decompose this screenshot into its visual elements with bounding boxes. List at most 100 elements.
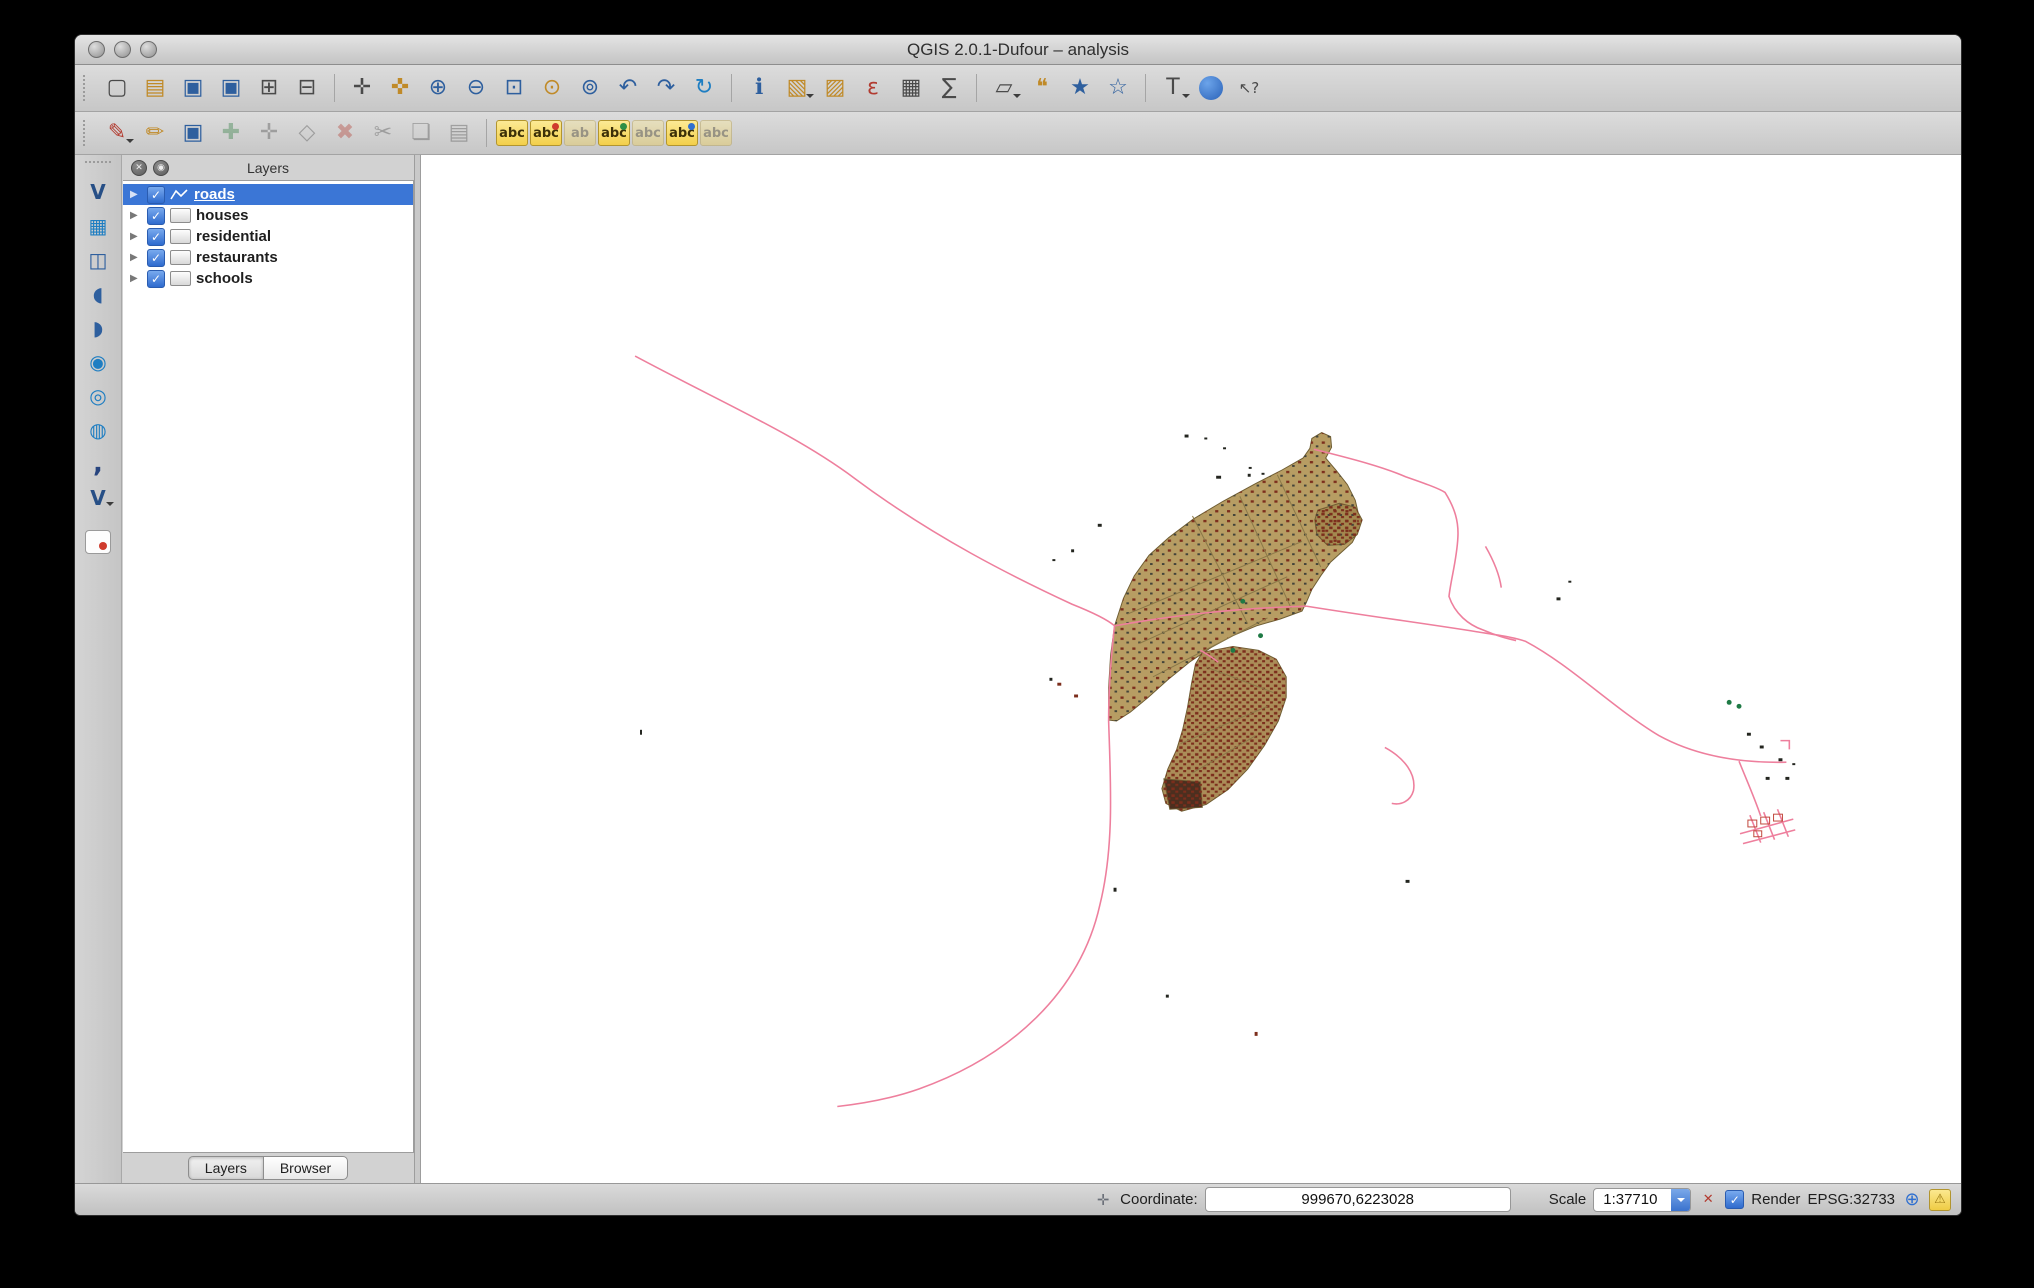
zoom-button[interactable] (140, 41, 157, 58)
render-checkbox[interactable]: ✓ (1725, 1190, 1745, 1209)
scale-dropdown-caret[interactable] (1671, 1188, 1691, 1211)
layer-checkbox[interactable]: ✓ (147, 269, 165, 288)
layer-checkbox[interactable]: ✓ (147, 206, 165, 225)
layer-row-residential[interactable]: ▶ ✓ residential (123, 226, 413, 247)
save-project-button[interactable]: ▣ (175, 71, 211, 105)
identify-features-button[interactable]: ℹ (741, 71, 777, 105)
add-wms-layer-button[interactable]: ◉ (81, 346, 115, 377)
mouse-position-icon[interactable]: ✛ (1093, 1190, 1113, 1210)
new-project-button[interactable]: ▢ (99, 71, 135, 105)
whats-this-button[interactable]: ↖? (1231, 71, 1267, 105)
delete-selected-button[interactable]: ✖ (327, 116, 363, 150)
expand-arrow-icon[interactable]: ▶ (130, 273, 142, 284)
crs-status-icon[interactable]: ⊕ (1902, 1189, 1922, 1210)
select-by-expression-button[interactable]: ε (855, 71, 891, 105)
layer-checkbox[interactable]: ✓ (147, 185, 165, 204)
deselect-features-button[interactable]: ▨ (817, 71, 853, 105)
save-project-as-button[interactable]: ▣ (213, 71, 249, 105)
new-print-composer-button[interactable]: ⊞ (251, 71, 287, 105)
add-wcs-layer-button[interactable]: ◎ (81, 380, 115, 411)
layer-row-schools[interactable]: ▶ ✓ schools (123, 268, 413, 289)
map-tips-button[interactable]: ❝ (1024, 71, 1060, 105)
expand-arrow-icon[interactable]: ▶ (130, 210, 142, 221)
help-contents-button[interactable]: ? (1193, 71, 1229, 105)
toggle-editing-button[interactable]: ✏ (137, 116, 173, 150)
add-feature-button[interactable]: ✚ (213, 116, 249, 150)
show-bookmarks-button[interactable]: ☆ (1100, 71, 1136, 105)
pin-unpin-labels-button[interactable]: ab (564, 120, 596, 146)
node-tool-button[interactable]: ◇ (289, 116, 325, 150)
coordinate-input[interactable] (1204, 1187, 1511, 1212)
open-project-button[interactable]: ▤ (137, 71, 173, 105)
layer-row-houses[interactable]: ▶ ✓ houses (123, 205, 413, 226)
zoom-in-button[interactable]: ⊕ (420, 71, 456, 105)
field-calculator-button[interactable]: ∑ (931, 71, 967, 105)
text-annotation-button[interactable]: T (1155, 71, 1191, 105)
log-messages-icon[interactable]: ⚠ (1929, 1188, 1951, 1211)
move-label-button[interactable]: abc (632, 120, 664, 146)
add-raster-layer-button[interactable]: ▦ (81, 210, 115, 241)
close-button[interactable] (88, 41, 105, 58)
zoom-next-button[interactable]: ↷ (648, 71, 684, 105)
polygon-layer-icon (170, 229, 191, 244)
pan-map-button[interactable]: ✛ (344, 71, 380, 105)
map-canvas[interactable] (420, 155, 1961, 1183)
zoom-last-button[interactable]: ↶ (610, 71, 646, 105)
zoom-out-button[interactable]: ⊖ (458, 71, 494, 105)
toolbar-grip[interactable] (85, 161, 111, 170)
save-layer-edits-button[interactable]: ▣ (175, 116, 211, 150)
refresh-map-button[interactable]: ↻ (686, 71, 722, 105)
remove-layer-button[interactable] (85, 530, 111, 554)
add-delimited-text-layer-button[interactable]: , (81, 448, 115, 479)
expand-arrow-icon[interactable]: ▶ (130, 189, 142, 200)
add-vector-layer-button[interactable]: V (81, 176, 115, 207)
layer-checkbox[interactable]: ✓ (147, 248, 165, 267)
layer-label: restaurants (196, 249, 278, 266)
cut-features-button[interactable]: ✂ (365, 116, 401, 150)
paste-features-button[interactable]: ▤ (441, 116, 477, 150)
layer-label: houses (196, 207, 249, 224)
copy-features-button[interactable]: ❏ (403, 116, 439, 150)
move-feature-button[interactable]: ✛ (251, 116, 287, 150)
minimize-button[interactable] (114, 41, 131, 58)
rotate-label-button[interactable]: abc (666, 120, 698, 146)
map-svg[interactable] (421, 155, 1961, 1183)
select-features-button[interactable]: ▧ (779, 71, 815, 105)
layer-label: schools (196, 270, 253, 287)
add-postgis-layer-button[interactable]: ◫ (81, 244, 115, 275)
expand-arrow-icon[interactable]: ▶ (130, 231, 142, 242)
stop-rendering-icon[interactable]: ✕ (1698, 1190, 1718, 1210)
new-bookmark-button[interactable]: ★ (1062, 71, 1098, 105)
qgis-window: QGIS 2.0.1-Dufour – analysis ▢ ▤ ▣ ▣ ⊞ ⊟… (74, 34, 1962, 1216)
layer-row-restaurants[interactable]: ▶ ✓ restaurants (123, 247, 413, 268)
open-attribute-table-button[interactable]: ▦ (893, 71, 929, 105)
change-label-properties-button[interactable]: abc (700, 120, 732, 146)
add-spatialite-layer-button[interactable]: ◖ (81, 278, 115, 309)
layer-row-roads[interactable]: ▶ ✓ roads (123, 184, 413, 205)
composer-manager-button[interactable]: ⊟ (289, 71, 325, 105)
toolbar-grip[interactable] (83, 120, 92, 146)
toolbar-grip[interactable] (83, 75, 92, 101)
show-hide-labels-button[interactable]: abc (530, 120, 562, 146)
zoom-full-button[interactable]: ⊡ (496, 71, 532, 105)
scale-combo[interactable]: 1:37710 (1593, 1187, 1692, 1212)
tab-layers[interactable]: Layers (187, 1156, 263, 1180)
title-bar[interactable]: QGIS 2.0.1-Dufour – analysis (75, 35, 1961, 65)
add-mssql-layer-button[interactable]: ◗ (81, 312, 115, 343)
expand-arrow-icon[interactable]: ▶ (130, 252, 142, 263)
new-shapefile-layer-button[interactable]: V (81, 482, 115, 513)
tab-browser[interactable]: Browser (262, 1156, 349, 1180)
add-wfs-layer-button[interactable]: ◍ (81, 414, 115, 445)
measure-line-button[interactable]: ▱ (986, 71, 1022, 105)
zoom-to-layer-button[interactable]: ⊚ (572, 71, 608, 105)
float-panel-button[interactable]: ◉ (153, 159, 169, 176)
layer-labeling-button[interactable]: abc (496, 120, 528, 146)
close-panel-button[interactable]: ✕ (131, 159, 147, 176)
layer-checkbox[interactable]: ✓ (147, 227, 165, 246)
toolbar-separator (731, 74, 732, 102)
current-edits-button[interactable]: ✎ (99, 116, 135, 150)
highlight-pinned-labels-button[interactable]: abc (598, 120, 630, 146)
layers-panel-header[interactable]: ✕ ◉ Layers (122, 155, 414, 180)
zoom-to-selection-button[interactable]: ⊙ (534, 71, 570, 105)
pan-to-selection-button[interactable]: ✜ (382, 71, 418, 105)
